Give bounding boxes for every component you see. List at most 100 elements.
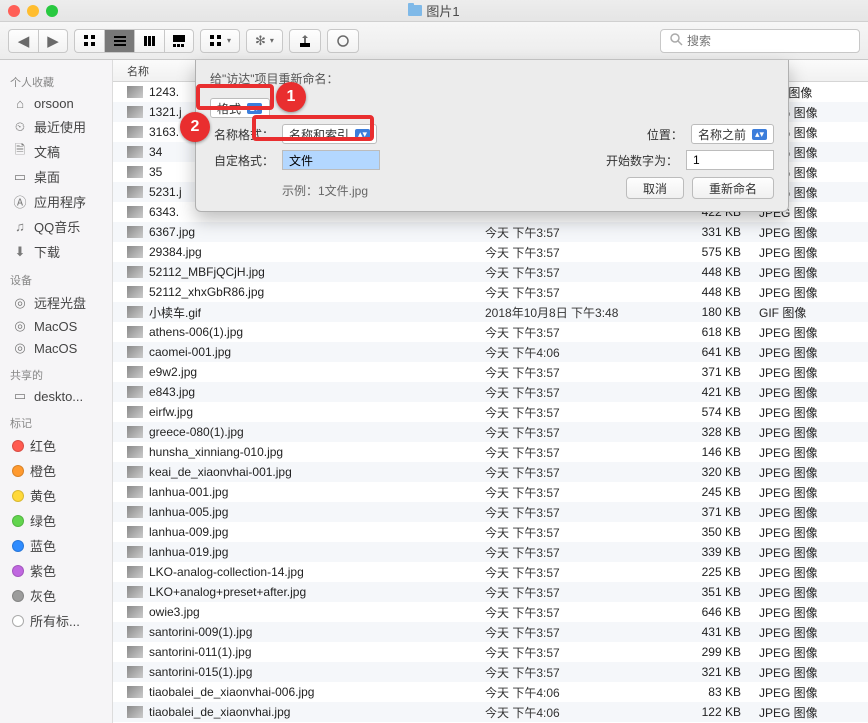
file-row[interactable]: santorini-011(1).jpg今天 下午3:57299 KBJPEG …: [113, 642, 868, 662]
sidebar-tag-item[interactable]: 灰色: [0, 583, 112, 608]
file-row[interactable]: 小椟车.gif2018年10月8日 下午3:48180 KBGIF 图像: [113, 302, 868, 322]
search-field[interactable]: [660, 29, 860, 53]
name-format-select[interactable]: 名称和索引▴▾: [282, 124, 377, 144]
file-thumbnail-icon: [127, 246, 143, 258]
file-size: 320 KB: [677, 465, 755, 479]
file-date: 今天 下午3:57: [485, 444, 677, 461]
sidebar-item[interactable]: ♫QQ音乐: [0, 214, 112, 239]
sidebar-item[interactable]: ▭deskto...: [0, 385, 112, 407]
view-gallery-button[interactable]: [164, 29, 194, 53]
window-minimize-button[interactable]: [27, 5, 39, 17]
start-number-label: 开始数字为：: [606, 152, 678, 169]
file-size: 448 KB: [677, 285, 755, 299]
sidebar-item[interactable]: ⌂orsoon: [0, 92, 112, 114]
file-thumbnail-icon: [127, 366, 143, 378]
sidebar-tag-item[interactable]: 所有标...: [0, 608, 112, 633]
file-date: 今天 下午3:57: [485, 244, 677, 261]
file-name: lanhua-001.jpg: [149, 485, 228, 499]
sidebar-item[interactable]: Ⓐ应用程序: [0, 189, 112, 214]
action-button[interactable]: ✻▾: [246, 29, 283, 53]
file-date: 今天 下午3:57: [485, 384, 677, 401]
file-date: 今天 下午3:57: [485, 284, 677, 301]
forward-button[interactable]: ▶: [38, 29, 68, 53]
file-size: 122 KB: [677, 705, 755, 719]
sidebar-tag-item[interactable]: 紫色: [0, 558, 112, 583]
file-date: 今天 下午3:57: [485, 644, 677, 661]
file-row[interactable]: owie3.jpg今天 下午3:57646 KBJPEG 图像: [113, 602, 868, 622]
sidebar-tag-item[interactable]: 黄色: [0, 483, 112, 508]
file-kind: JPEG 图像: [755, 264, 868, 281]
position-select[interactable]: 名称之前▴▾: [691, 124, 774, 144]
view-icon-button[interactable]: [74, 29, 104, 53]
sidebar-shared-header: 共享的: [0, 359, 112, 385]
file-size: 448 KB: [677, 265, 755, 279]
rename-dialog: 给"访达"项目重新命名： 格式▴▾ 名称格式： 名称和索引▴▾ 位置： 名称之前…: [195, 60, 789, 212]
file-row[interactable]: greece-080(1).jpg今天 下午3:57328 KBJPEG 图像: [113, 422, 868, 442]
format-select[interactable]: 格式▴▾: [210, 98, 270, 118]
sidebar-item[interactable]: ⏲最近使用: [0, 114, 112, 139]
view-column-button[interactable]: [134, 29, 164, 53]
file-row[interactable]: LKO-analog-collection-14.jpg今天 下午3:57225…: [113, 562, 868, 582]
file-row[interactable]: athens-006(1).jpg今天 下午3:57618 KBJPEG 图像: [113, 322, 868, 342]
file-row[interactable]: santorini-009(1).jpg今天 下午3:57431 KBJPEG …: [113, 622, 868, 642]
cancel-button[interactable]: 取消: [626, 177, 684, 199]
sidebar: 个人收藏 ⌂orsoon⏲最近使用🗎文稿▭桌面Ⓐ应用程序♫QQ音乐⬇下载 设备 …: [0, 60, 113, 723]
sidebar-item[interactable]: ◎MacOS: [0, 337, 112, 359]
file-size: 618 KB: [677, 325, 755, 339]
disk-icon: ◎: [12, 295, 28, 311]
file-row[interactable]: e843.jpg今天 下午3:57421 KBJPEG 图像: [113, 382, 868, 402]
sidebar-tag-item[interactable]: 红色: [0, 433, 112, 458]
file-row[interactable]: tiaobalei_de_xiaonvhai.jpg今天 下午4:06122 K…: [113, 702, 868, 722]
rename-button[interactable]: 重新命名: [692, 177, 774, 199]
arrange-button[interactable]: ▾: [200, 29, 240, 53]
custom-format-input[interactable]: [282, 150, 380, 170]
file-size: 371 KB: [677, 365, 755, 379]
file-thumbnail-icon: [127, 146, 143, 158]
file-thumbnail-icon: [127, 186, 143, 198]
sidebar-item[interactable]: ⬇下载: [0, 239, 112, 264]
file-date: 今天 下午4:06: [485, 684, 677, 701]
file-row[interactable]: keai_de_xiaonvhai-001.jpg今天 下午3:57320 KB…: [113, 462, 868, 482]
file-row[interactable]: tiaobalei_de_xiaonvhai-006.jpg今天 下午4:068…: [113, 682, 868, 702]
file-row[interactable]: lanhua-009.jpg今天 下午3:57350 KBJPEG 图像: [113, 522, 868, 542]
sidebar-tag-item[interactable]: 绿色: [0, 508, 112, 533]
sidebar-tag-item[interactable]: 蓝色: [0, 533, 112, 558]
share-button[interactable]: [289, 29, 321, 53]
sidebar-item-label: 远程光盘: [34, 293, 86, 312]
back-button[interactable]: ◀: [8, 29, 38, 53]
sidebar-item[interactable]: ◎MacOS: [0, 315, 112, 337]
file-row[interactable]: 29384.jpg今天 下午3:57575 KBJPEG 图像: [113, 242, 868, 262]
file-row[interactable]: hunsha_xinniang-010.jpg今天 下午3:57146 KBJP…: [113, 442, 868, 462]
file-row[interactable]: santorini-015(1).jpg今天 下午3:57321 KBJPEG …: [113, 662, 868, 682]
window-close-button[interactable]: [8, 5, 20, 17]
file-row[interactable]: caomei-001.jpg今天 下午4:06641 KBJPEG 图像: [113, 342, 868, 362]
file-row[interactable]: lanhua-019.jpg今天 下午3:57339 KBJPEG 图像: [113, 542, 868, 562]
sidebar-item-label: 文稿: [34, 142, 60, 161]
window-zoom-button[interactable]: [46, 5, 58, 17]
file-row[interactable]: 52112_xhxGbR86.jpg今天 下午3:57448 KBJPEG 图像: [113, 282, 868, 302]
file-name: santorini-015(1).jpg: [149, 665, 252, 679]
sidebar-item[interactable]: ▭桌面: [0, 164, 112, 189]
file-date: 今天 下午3:57: [485, 464, 677, 481]
example-text: 示例：1文件.jpg: [210, 178, 368, 199]
start-number-input[interactable]: [686, 150, 774, 170]
view-list-button[interactable]: [104, 29, 134, 53]
file-row[interactable]: lanhua-005.jpg今天 下午3:57371 KBJPEG 图像: [113, 502, 868, 522]
file-size: 421 KB: [677, 385, 755, 399]
file-name: 5231.j: [149, 185, 182, 199]
file-row[interactable]: eirfw.jpg今天 下午3:57574 KBJPEG 图像: [113, 402, 868, 422]
file-name: lanhua-009.jpg: [149, 525, 228, 539]
file-row[interactable]: 6367.jpg今天 下午3:57331 KBJPEG 图像: [113, 222, 868, 242]
file-thumbnail-icon: [127, 226, 143, 238]
file-kind: JPEG 图像: [755, 624, 868, 641]
search-input[interactable]: [687, 34, 851, 48]
file-row[interactable]: LKO+analog+preset+after.jpg今天 下午3:57351 …: [113, 582, 868, 602]
sidebar-tag-item[interactable]: 橙色: [0, 458, 112, 483]
sidebar-item[interactable]: ◎ 远程光盘: [0, 290, 112, 315]
file-row[interactable]: 52112_MBFjQCjH.jpg今天 下午3:57448 KBJPEG 图像: [113, 262, 868, 282]
tags-button[interactable]: [327, 29, 359, 53]
file-size: 83 KB: [677, 685, 755, 699]
sidebar-item[interactable]: 🗎文稿: [0, 139, 112, 164]
file-row[interactable]: e9w2.jpg今天 下午3:57371 KBJPEG 图像: [113, 362, 868, 382]
file-row[interactable]: lanhua-001.jpg今天 下午3:57245 KBJPEG 图像: [113, 482, 868, 502]
